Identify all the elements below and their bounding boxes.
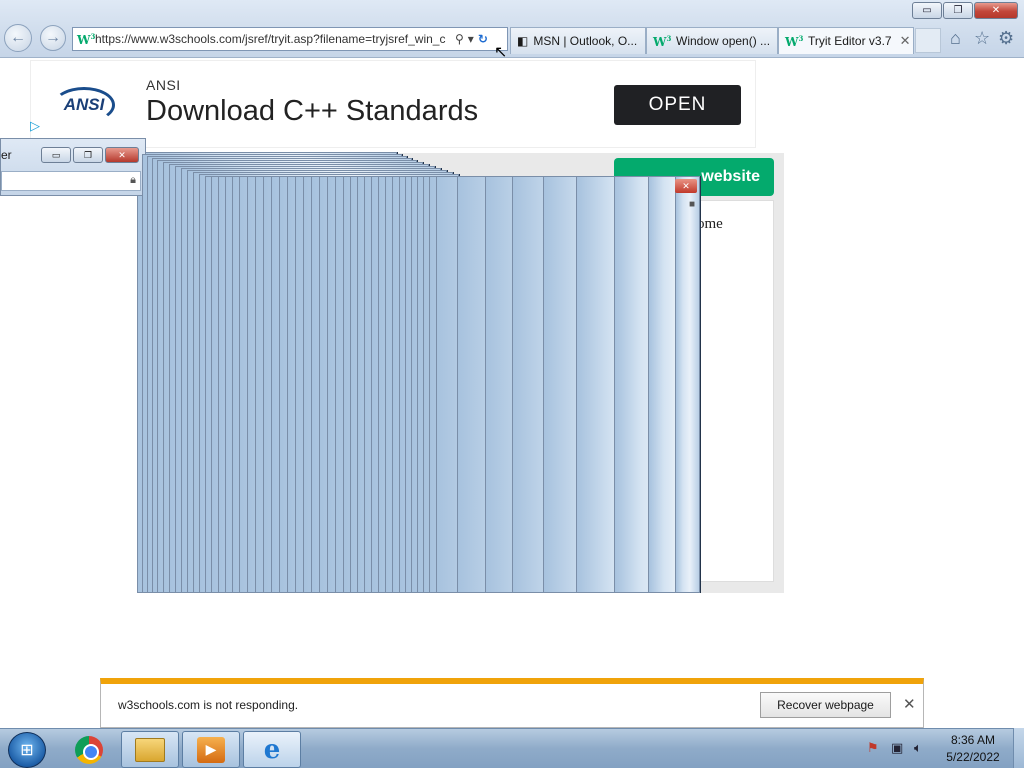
ansi-logo: ANSI xyxy=(53,87,115,123)
notification-close-icon[interactable]: ✕ xyxy=(903,695,916,713)
get-website-label: website xyxy=(701,168,760,185)
home-icon[interactable]: ⌂ xyxy=(950,28,961,49)
msn-icon: ◧ xyxy=(517,34,529,48)
ad-banner[interactable]: ANSI ANSI Download C++ Standards OPEN xyxy=(30,60,756,148)
minimize-button[interactable]: ▭ xyxy=(912,2,942,19)
ad-brand: ANSI xyxy=(146,77,181,93)
back-button[interactable]: ← xyxy=(4,24,32,52)
recover-webpage-button[interactable]: Recover webpage xyxy=(760,692,891,718)
windows-logo-icon: ⊞ xyxy=(20,742,34,759)
tab-label: Tryit Editor v3.7 xyxy=(808,34,892,48)
lock-icon: 🔒︎ xyxy=(130,174,136,186)
popup-title: er xyxy=(1,148,12,162)
browser-titlebar: ▭ ❐ ✕ ← → W3 https://www.w3schools.com/j… xyxy=(0,0,1024,58)
dropdown-icon[interactable]: ▾ xyxy=(468,32,474,46)
taskbar-explorer[interactable] xyxy=(121,731,179,768)
arrow-right-icon: → xyxy=(45,29,61,46)
url-text[interactable]: https://www.w3schools.com/jsref/tryit.as… xyxy=(95,32,451,46)
tab-label: Window open() ... xyxy=(676,34,771,48)
refresh-icon[interactable]: ↻ xyxy=(478,32,488,46)
mouse-cursor-icon: ↖ xyxy=(494,44,508,61)
chrome-icon xyxy=(75,735,103,764)
popup-address-bar[interactable]: 🔒︎ xyxy=(1,171,141,191)
arrow-left-icon: ← xyxy=(10,29,26,46)
notification-message: w3schools.com is not responding. xyxy=(118,698,299,712)
taskbar-media-center[interactable]: ▶ xyxy=(182,731,240,768)
media-player-icon: ▶ xyxy=(197,736,225,763)
popup-window-controls: ▭ ❐ ✕ xyxy=(39,147,139,163)
search-icon[interactable]: ⚲ xyxy=(455,32,464,46)
popup-close-button[interactable]: ✕ xyxy=(105,147,139,163)
clock-time[interactable]: 8:36 AM xyxy=(942,733,1004,747)
tab-window-open[interactable]: W3 Window open() ... xyxy=(646,27,778,54)
w3schools-icon: W3 xyxy=(653,33,672,49)
folder-icon xyxy=(135,737,165,762)
result-pane: ome xyxy=(650,200,774,582)
run-button[interactable] xyxy=(300,158,404,196)
show-desktop-button[interactable] xyxy=(1013,728,1024,768)
popup-window-front[interactable]: er ▭ ❐ ✕ 🔒︎ xyxy=(0,138,146,196)
popup-maximize-button[interactable]: ❐ xyxy=(73,147,103,163)
clock-date[interactable]: 5/22/2022 xyxy=(942,750,1004,764)
action-center-flag-icon[interactable]: ⚑ xyxy=(867,740,879,756)
network-icon[interactable]: ▣ xyxy=(891,740,903,756)
tab-close-icon[interactable]: ✕ xyxy=(892,33,911,49)
taskbar-internet-explorer[interactable]: e xyxy=(243,731,301,768)
ad-open-button[interactable]: OPEN xyxy=(614,85,741,125)
start-button[interactable]: ⊞ xyxy=(8,732,46,768)
close-button[interactable]: ✕ xyxy=(974,2,1018,19)
taskbar-chrome[interactable] xyxy=(60,731,118,768)
forward-button[interactable]: → xyxy=(40,25,66,51)
maximize-button[interactable]: ❐ xyxy=(943,2,973,19)
site-favicon: W3 xyxy=(77,31,96,47)
volume-icon[interactable]: 🔈︎ xyxy=(914,740,922,756)
tab-label: MSN | Outlook, O... xyxy=(533,34,638,48)
favorites-star-icon[interactable]: ☆ xyxy=(974,28,990,49)
address-bar[interactable]: W3 https://www.w3schools.com/jsref/tryit… xyxy=(72,27,508,51)
ad-headline[interactable]: Download C++ Standards xyxy=(146,95,478,128)
adchoices-icon[interactable]: ▷ xyxy=(30,118,40,134)
tab-msn[interactable]: ◧ MSN | Outlook, O... xyxy=(510,27,646,54)
settings-gear-icon[interactable]: ⚙ xyxy=(998,28,1014,49)
ie-icon: e xyxy=(263,734,281,765)
get-website-button[interactable]: website xyxy=(614,158,774,196)
tab-tryit-editor[interactable]: W3 Tryit Editor v3.7 ✕ xyxy=(778,27,914,54)
window-controls: ▭ ❐ ✕ xyxy=(911,2,1018,19)
not-responding-notification: w3schools.com is not responding. Recover… xyxy=(100,678,924,728)
w3schools-icon: W3 xyxy=(785,33,804,49)
result-text: ome xyxy=(697,216,723,232)
popup-minimize-button[interactable]: ▭ xyxy=(41,147,71,163)
new-tab-button[interactable] xyxy=(915,28,941,53)
